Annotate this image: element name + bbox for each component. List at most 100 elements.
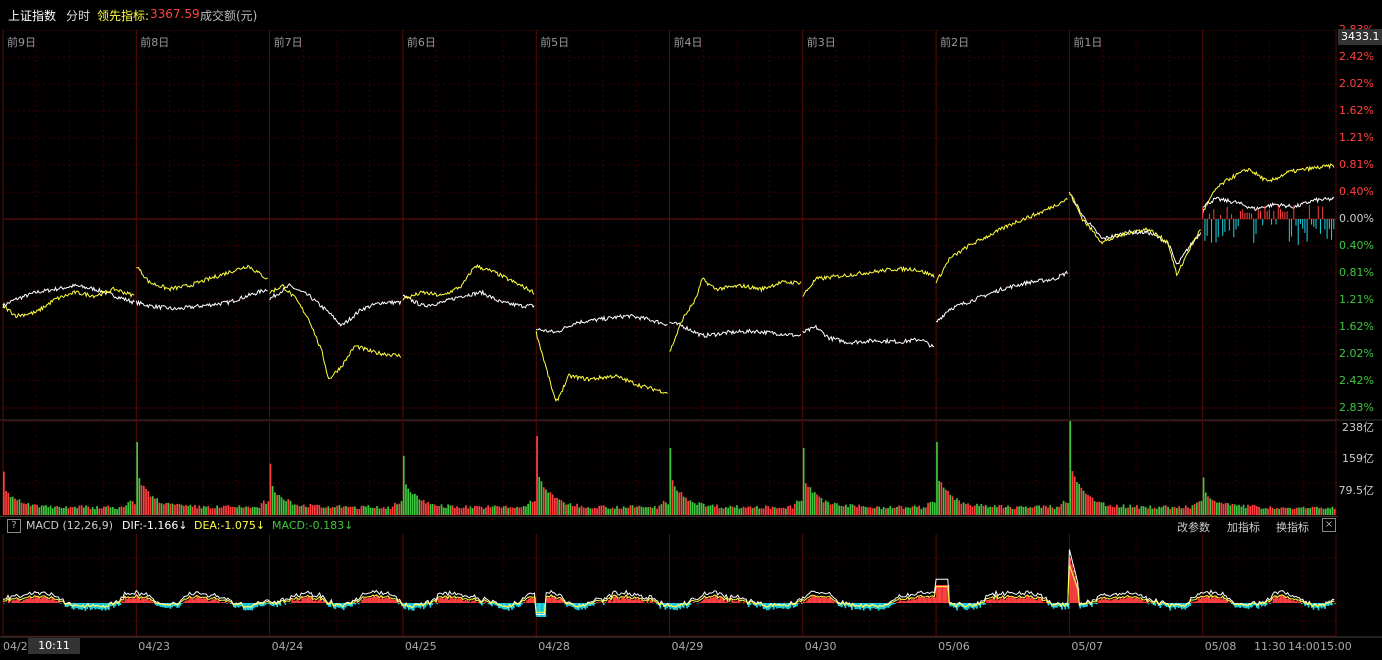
volume-bar [993, 505, 996, 515]
macd-bar [151, 601, 153, 603]
volume-bar [1287, 507, 1289, 515]
volume-bar [911, 506, 914, 515]
volume-bar [47, 507, 50, 515]
volume-bar [1020, 505, 1023, 515]
macd-bar [439, 597, 442, 603]
volume-bar [725, 507, 727, 515]
macd-bar [814, 596, 817, 603]
help-icon[interactable]: ? [7, 519, 21, 533]
macd-bar [619, 599, 622, 603]
volume-bar [254, 507, 256, 515]
volume-bar [1233, 504, 1236, 515]
macd-bar [1101, 598, 1103, 603]
percent-tick-label: 0.40% [1339, 238, 1374, 252]
volume-bar [789, 505, 792, 515]
volume-bar [691, 501, 694, 515]
volume-bar [298, 506, 301, 515]
macd-bar [797, 603, 800, 604]
volume-bar [1304, 508, 1307, 515]
volume-bar [840, 506, 843, 515]
volume-bar [345, 506, 347, 515]
macd-bar [1291, 600, 1293, 603]
volume-bar [802, 447, 805, 515]
volume-bar [625, 507, 627, 515]
volume-bar [542, 487, 545, 515]
volume-bar [249, 508, 252, 515]
macd-bar [143, 598, 145, 603]
percent-tick-label: 1.62% [1339, 103, 1374, 117]
volume-bar [960, 503, 963, 515]
volume-bar [716, 504, 718, 515]
percent-tick-label: 0.00% [1339, 212, 1374, 225]
volume-bar [427, 501, 429, 515]
add-indicator-button[interactable]: 加指标 [1227, 519, 1260, 535]
volume-bar [36, 505, 38, 515]
percent-tick-label: 2.42% [1339, 373, 1374, 387]
macd-bar [11, 600, 13, 603]
macd-bar [452, 598, 455, 603]
macd-bar [426, 603, 428, 606]
mode-label[interactable]: 分时 [66, 7, 90, 24]
date-label: 04/23 [138, 640, 170, 653]
macd-bar [697, 603, 700, 604]
volume-bar [811, 492, 814, 515]
close-icon[interactable]: × [1322, 518, 1336, 532]
volume-bar [825, 500, 827, 515]
volume-bar [780, 508, 783, 515]
lead-line [802, 265, 935, 297]
volume-bar [733, 507, 736, 515]
change-params-button[interactable]: 改参数 [1177, 519, 1210, 535]
volume-bar [1244, 508, 1247, 515]
macd-bar [1266, 603, 1268, 605]
macd-bar [291, 599, 293, 603]
volume-bar [1267, 508, 1269, 515]
macd-bar [1192, 601, 1195, 603]
volume-bar [649, 506, 652, 515]
volume-tick-label: 159亿 [1342, 452, 1374, 466]
index-line [802, 324, 935, 348]
macd-bar [1209, 598, 1212, 603]
volume-bar [80, 505, 83, 515]
volume-bar [807, 486, 809, 515]
volume-bar [309, 504, 312, 515]
volume-bar [638, 505, 641, 515]
volume-bar [185, 505, 187, 515]
volume-bar [585, 508, 587, 515]
volume-bar [922, 507, 925, 515]
volume-bar [1156, 508, 1158, 515]
macd-bar [912, 599, 915, 603]
volume-bar [765, 505, 767, 515]
volume-bar [782, 507, 785, 515]
macd-bar [1012, 597, 1015, 603]
volume-bar [23, 503, 25, 515]
volume-bar [276, 494, 278, 515]
volume-bar [1122, 504, 1125, 515]
percent-tick-label: 0.40% [1339, 185, 1374, 199]
volume-bar [45, 505, 47, 515]
macd-bar [1301, 603, 1303, 604]
volume-bar [589, 508, 592, 515]
volume-bar [669, 447, 672, 515]
header-bar: 上证指数 分时 领先指标: 3367.59 成交额(元) [0, 0, 1382, 30]
volume-bar [1260, 508, 1263, 515]
date-label: 05/06 [938, 640, 970, 653]
switch-indicator-button[interactable]: 换指标 [1276, 519, 1309, 535]
macd-bar [1194, 601, 1197, 603]
macd-dif: DIF:-1.166↓ [122, 519, 188, 532]
macd-bar [1039, 598, 1042, 603]
index-name[interactable]: 上证指数 [8, 7, 56, 24]
macd-bar [436, 603, 438, 605]
volume-bar [731, 506, 734, 515]
volume-bar [518, 507, 521, 515]
volume-bar [156, 498, 158, 515]
volume-bar [845, 504, 847, 515]
volume-bar [916, 507, 918, 515]
volume-bar [487, 505, 489, 515]
volume-bar [838, 505, 840, 515]
volume-bar [411, 494, 414, 515]
macd-bar [1112, 599, 1115, 603]
macd-bar [392, 600, 395, 603]
volume-bar [1189, 508, 1192, 515]
volume-bar [1040, 507, 1043, 515]
volume-bar [322, 507, 325, 515]
